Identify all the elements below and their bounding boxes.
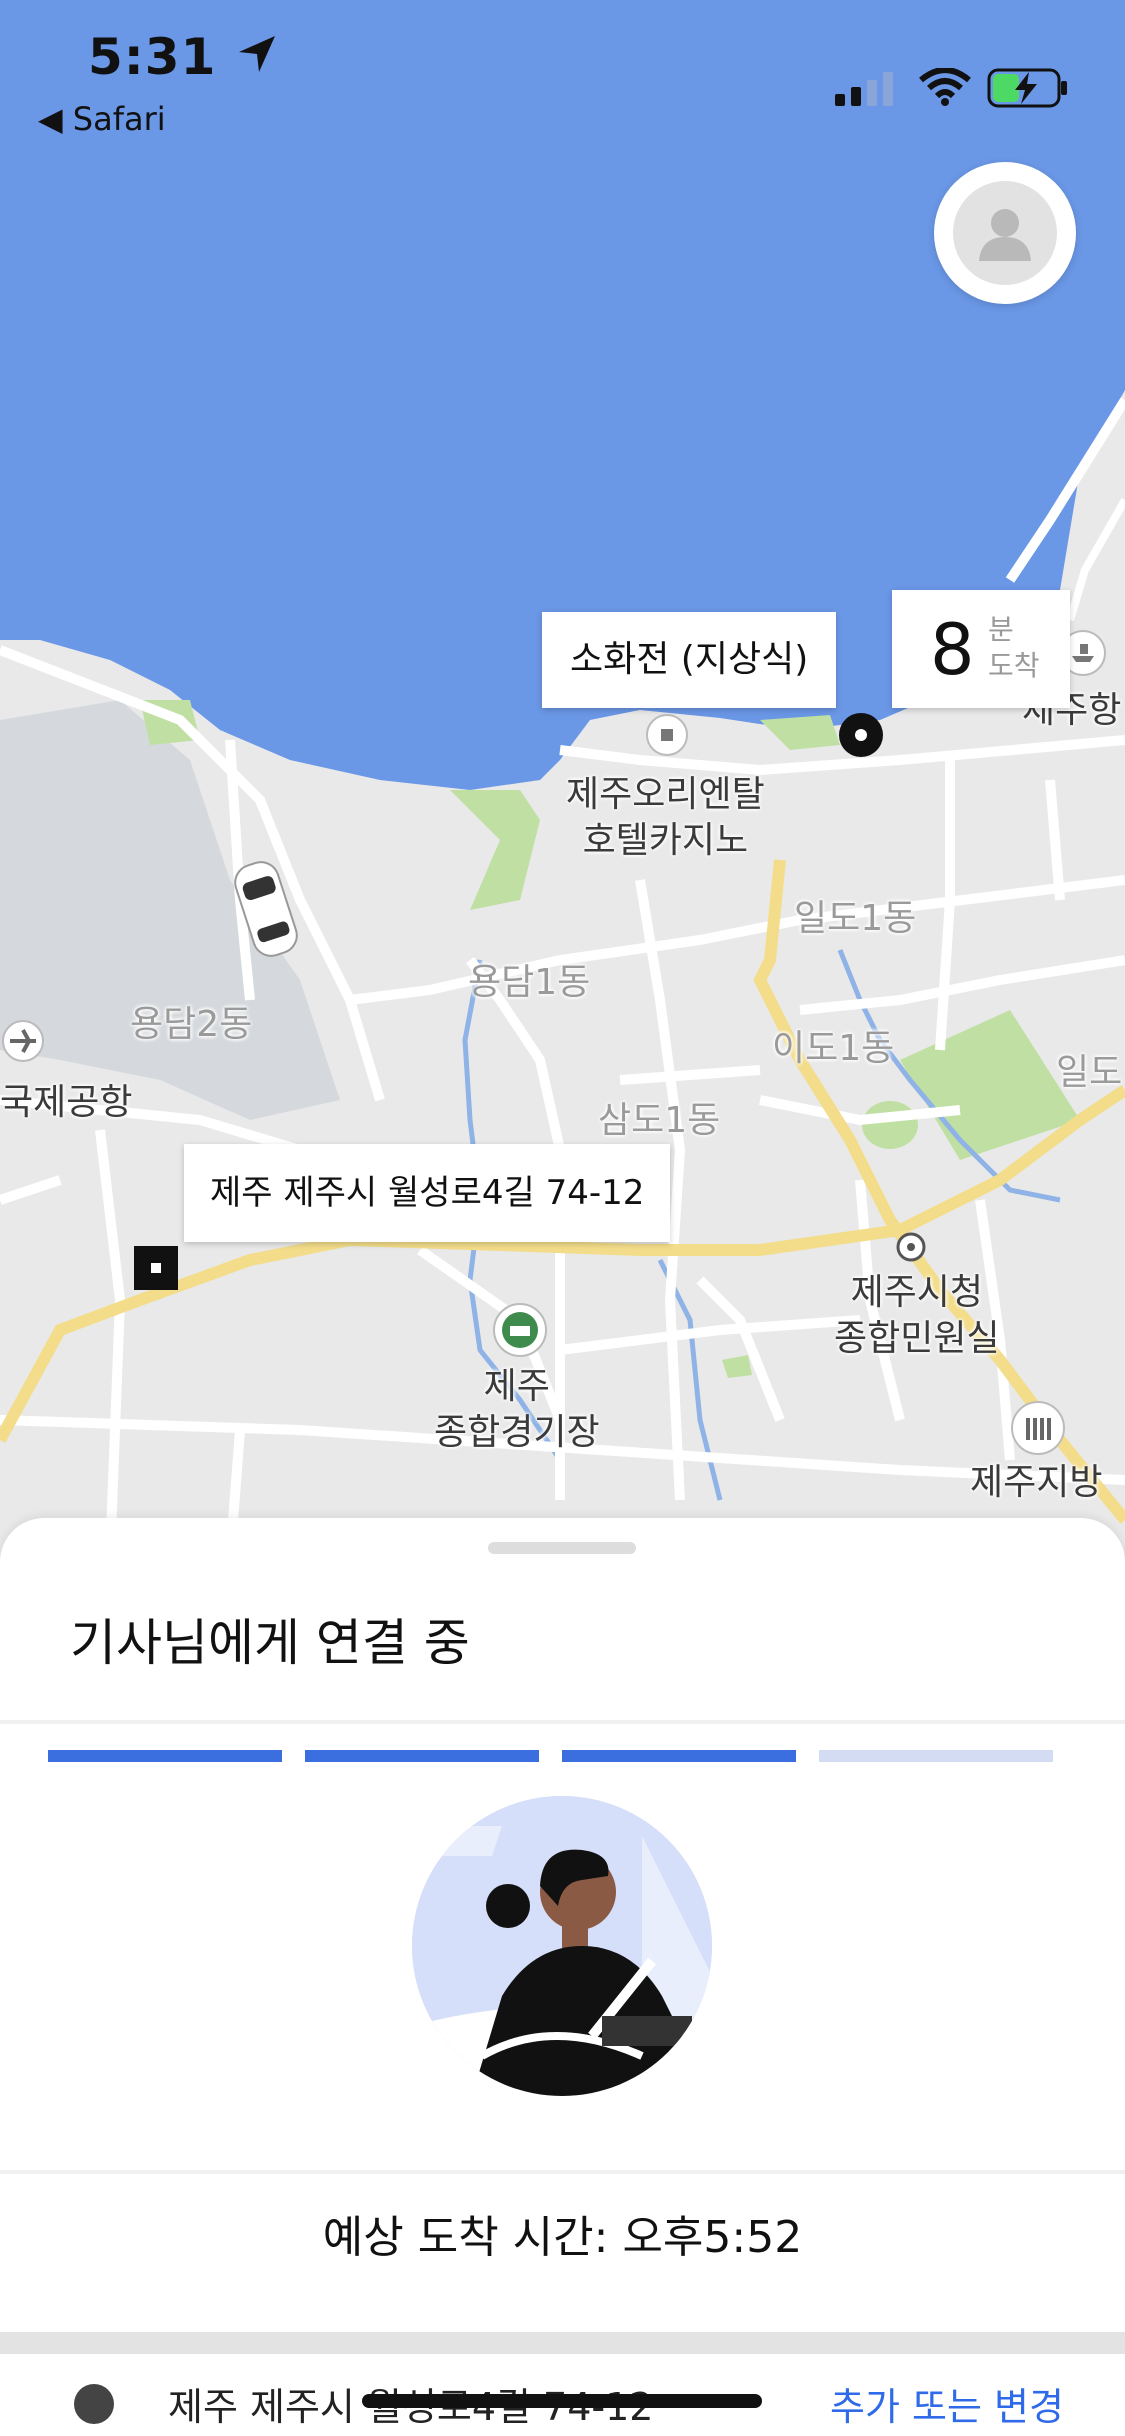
place-name: 용담1동 [468, 962, 591, 1003]
map-place-label: 일도 [1056, 1050, 1122, 1096]
sheet-grabber[interactable] [488, 1542, 636, 1554]
status-icons [835, 62, 1075, 112]
driver-car-icon [234, 861, 298, 957]
map-view[interactable]: 제주오리엔탈 호텔카지노 일도1동 용담1동 용담2동 이도1동 삼도1동 국제… [0, 0, 1125, 1560]
driver-illustration-art [412, 1796, 712, 2096]
back-to-safari[interactable]: ◀ Safari [38, 100, 166, 138]
pickup-location-text: 소화전 (지상식) [570, 639, 809, 680]
place-name: 일도 [1056, 1052, 1123, 1093]
progress-segment [562, 1750, 796, 1762]
driver-illustration [412, 1796, 712, 2096]
location-arrow-icon [238, 36, 275, 72]
progress-segment [48, 1750, 282, 1762]
place-name: 삼도1동 [598, 1100, 721, 1141]
place-name: 국제공항 [0, 1082, 133, 1123]
place-name: 용담2동 [130, 1004, 253, 1045]
user-icon [979, 209, 1031, 261]
eta-unit: 분 [988, 613, 1014, 646]
pickup-eta-tag: 8 분 도착 [892, 590, 1070, 708]
city-hall-icon [896, 1232, 926, 1262]
place-name: 제주시청 종합민원실 [834, 1272, 1000, 1359]
estimated-arrival-time: 예상 도착 시간: 오후5:52 [322, 2212, 803, 2263]
pickup-pin-icon[interactable] [838, 712, 884, 758]
place-name: 제주오리엔탈 호텔카지노 [566, 774, 765, 861]
signal-icon [835, 72, 893, 106]
add-or-change-link[interactable]: 추가 또는 변경 [830, 2376, 1064, 2431]
map-place-label: 일도1동 [794, 896, 916, 942]
destination-tag[interactable]: 제주 제주시 월성로4길 74-12 [184, 1144, 671, 1242]
trip-status-sheet[interactable]: 기사님에게 연결 중 예상 도착 시간: 오후5:52 제주 제주시 월성로4길… [0, 1518, 1125, 2436]
place-name: 일도1동 [794, 898, 917, 939]
wifi-icon [919, 68, 971, 106]
eta-minutes: 8 [930, 609, 975, 691]
map-place-label: 제주지방 [970, 1460, 1102, 1506]
place-name: 이도1동 [772, 1028, 895, 1069]
status-time: 5:31 [88, 28, 279, 86]
map-place-label: 용담1동 [468, 960, 590, 1006]
home-indicator[interactable] [362, 2394, 762, 2408]
divider [0, 2170, 1125, 2174]
battery-charging-icon [987, 68, 1067, 108]
destination-pin-icon[interactable] [134, 1246, 178, 1290]
destination-text: 제주 제주시 월성로4길 74-12 [210, 1173, 645, 1213]
progress-segment [305, 1750, 539, 1762]
stadium-icon [493, 1303, 547, 1357]
map-place-label: 제주 종합경기장 [434, 1364, 600, 1456]
back-app-label: ◀ Safari [38, 100, 166, 138]
court-building-icon [1011, 1401, 1065, 1455]
map-place-label: 제주오리엔탈 호텔카지노 [566, 772, 765, 864]
pickup-location-tag[interactable]: 소화전 (지상식) [542, 612, 837, 708]
profile-button[interactable] [934, 162, 1076, 304]
airport-icon [2, 1020, 44, 1062]
eta-unit-arrival: 도착 [988, 649, 1040, 682]
sheet-title: 기사님에게 연결 중 [70, 1614, 470, 1672]
place-name: 제주지방 [970, 1462, 1103, 1503]
clock-text: 5:31 [88, 28, 217, 86]
map-place-label: 제주시청 종합민원실 [834, 1270, 1000, 1362]
location-pin-icon [74, 2384, 114, 2424]
map-place-label: 삼도1동 [598, 1098, 720, 1144]
place-name: 제주 종합경기장 [434, 1366, 600, 1453]
map-place-label: 국제공항 [0, 1080, 132, 1126]
divider [0, 1720, 1125, 1724]
avatar [953, 181, 1057, 285]
bus-stop-icon [646, 714, 688, 756]
section-separator [0, 2332, 1125, 2354]
progress-segment [819, 1750, 1053, 1762]
map-place-label: 이도1동 [772, 1026, 894, 1072]
map-place-label: 용담2동 [130, 1002, 252, 1048]
